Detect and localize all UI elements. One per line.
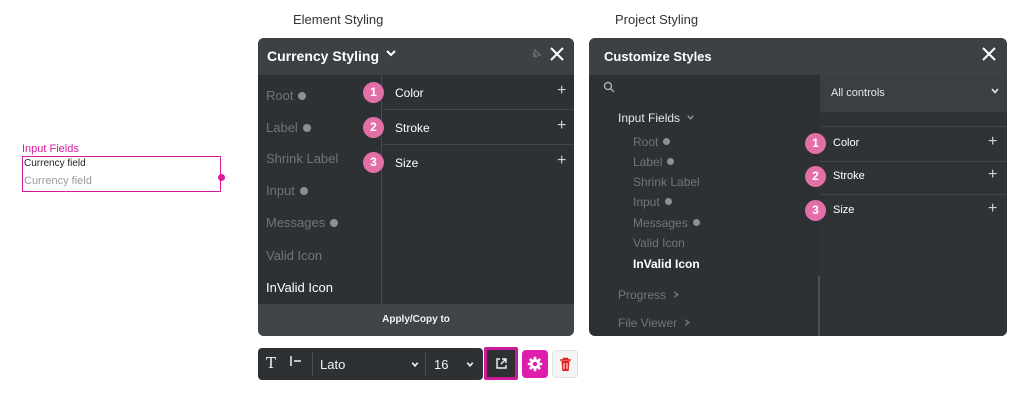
tree-input-fields[interactable]: Input Fields [618,111,695,125]
currency-field-placeholder: Currency field [24,175,92,187]
font-family-select[interactable]: Lato [312,348,424,380]
tree-item-valid-icon[interactable]: Valid Icon [633,236,685,250]
info-icon [298,91,307,100]
chevron-down-icon [411,362,419,368]
property-row-color[interactable]: 1 Color + [363,75,574,110]
plus-icon[interactable]: + [557,82,566,100]
element-styling-caption: Element Styling [293,12,384,27]
external-link-icon [496,358,507,369]
controls-filter-select[interactable]: All controls [820,75,1007,112]
info-icon [299,186,308,195]
property-label: Stroke [395,121,430,135]
number-badge: 3 [805,200,826,221]
number-badge: 1 [363,82,384,103]
panel-header: Currency Styling [258,38,574,75]
nav-item-valid-icon[interactable]: Valid Icon [266,248,322,263]
scrollbar[interactable] [818,276,820,336]
plus-icon[interactable]: + [988,200,997,218]
font-size-select[interactable]: 16 [425,348,481,380]
chevron-down-icon [687,115,695,120]
tree-item-shrink-label[interactable]: Shrink Label [633,175,700,189]
input-fields-label: Input Fields [22,143,79,155]
chevron-down-icon[interactable] [385,47,397,62]
number-badge: 3 [363,152,384,173]
currency-field-preview[interactable]: Currency field Currency field [22,156,221,192]
property-label: Stroke [833,170,865,182]
property-label: Color [833,137,860,149]
chevron-down-icon [990,86,1000,99]
settings-button[interactable] [522,350,548,378]
currency-field-label: Currency field [24,158,86,169]
trash-icon [560,357,571,371]
info-icon [667,158,675,166]
nav-item-invalid-icon[interactable]: InValid Icon [266,280,333,295]
tree-item-messages[interactable]: Messages [633,216,700,230]
property-label: Color [395,86,424,100]
nav-item-messages[interactable]: Messages [266,215,339,230]
close-icon[interactable] [550,43,564,67]
info-icon [302,123,311,132]
text-type-icon[interactable]: T [266,354,276,372]
currency-styling-panel: Currency Styling Root Label Shrink Label… [258,38,574,336]
nav-item-root[interactable]: Root [266,88,307,103]
info-icon [692,219,700,227]
property-row-stroke[interactable]: 2 Stroke + [363,110,574,145]
property-label: Size [395,156,419,170]
open-external-button[interactable] [484,347,518,380]
tree-progress[interactable]: Progress [618,288,680,302]
resize-handle[interactable] [218,174,225,181]
tree-file-viewer[interactable]: File Viewer [618,316,691,330]
customize-styles-panel: Customize Styles All controls Input Fiel… [589,38,1007,336]
text-toolbar: T Lato 16 [258,348,483,380]
info-icon [664,198,672,206]
apply-copy-button[interactable]: Apply/Copy to [258,304,574,336]
tree-item-label[interactable]: Label [633,155,675,169]
pin-icon[interactable] [530,48,542,63]
chevron-right-icon [674,291,680,298]
nav-item-shrink-label[interactable]: Shrink Label [266,151,338,166]
panel-title: Customize Styles [604,49,712,64]
tree-item-root[interactable]: Root [633,135,671,149]
gear-icon [527,356,543,372]
info-icon [663,138,671,146]
panel-header: Customize Styles [589,38,1007,75]
panel-title[interactable]: Currency Styling [267,48,379,64]
number-badge: 1 [805,133,826,154]
tree-item-invalid-icon[interactable]: InValid Icon [633,257,700,271]
chevron-right-icon [685,319,691,326]
plus-icon[interactable]: + [557,117,566,135]
property-row-size[interactable]: 3 Size + [805,194,1007,228]
nav-item-label[interactable]: Label [266,120,311,135]
search-icon[interactable] [603,81,615,96]
property-label: Size [833,204,855,216]
info-icon [330,218,339,227]
number-badge: 2 [805,166,826,187]
plus-icon[interactable]: + [557,152,566,170]
property-row-size[interactable]: 3 Size + [363,145,574,179]
delete-button[interactable] [552,350,578,378]
chevron-down-icon [466,362,474,368]
number-badge: 2 [363,117,384,138]
property-row-stroke[interactable]: 2 Stroke + [805,160,1007,195]
property-row-color[interactable]: 1 Color + [805,126,1007,162]
tree-item-input[interactable]: Input [633,195,672,209]
plus-icon[interactable]: + [988,166,997,184]
project-styling-caption: Project Styling [615,12,699,27]
close-icon[interactable] [982,43,996,67]
align-left-icon[interactable] [290,354,302,371]
plus-icon[interactable]: + [988,133,997,151]
nav-item-input[interactable]: Input [266,183,308,198]
